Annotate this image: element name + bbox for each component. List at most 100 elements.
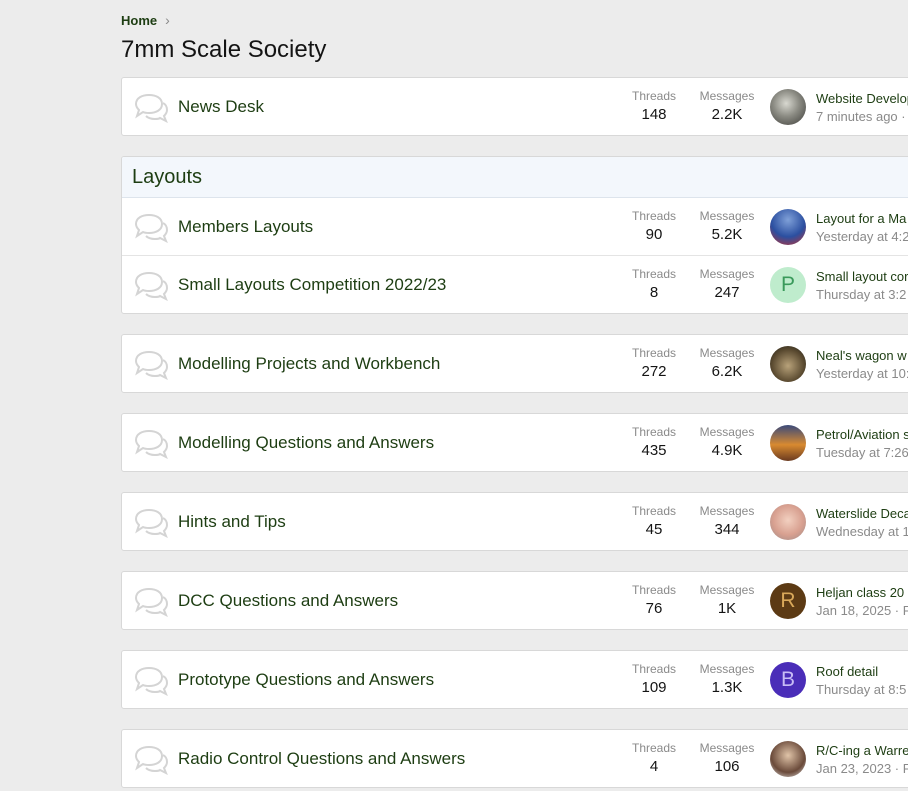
forum-block: Modelling Questions and Answers Threads 43… bbox=[121, 413, 908, 472]
messages-stat: Messages 4.9K bbox=[692, 425, 762, 459]
messages-count: 6.2K bbox=[711, 363, 743, 380]
messages-count: 5.2K bbox=[711, 226, 743, 243]
latest-thread-meta: Yesterday at 4:2 bbox=[816, 229, 908, 244]
chat-bubbles-icon bbox=[132, 271, 170, 302]
forum-block: Radio Control Questions and Answers Threa… bbox=[121, 729, 908, 788]
threads-label: Threads bbox=[631, 346, 677, 360]
chevron-right-icon: › bbox=[165, 12, 170, 28]
forum-title-link[interactable]: Prototype Questions and Answers bbox=[178, 670, 434, 690]
page-title: 7mm Scale Society bbox=[121, 36, 327, 63]
forum-page: Home › 7mm Scale Society News Desk Thread… bbox=[0, 0, 908, 791]
category-header[interactable]: Layouts bbox=[122, 157, 908, 198]
forum-title-link[interactable]: Modelling Questions and Answers bbox=[178, 433, 434, 453]
user-photo-icon[interactable] bbox=[770, 346, 806, 382]
latest-thread-link[interactable]: Roof detail bbox=[816, 664, 878, 679]
messages-label: Messages bbox=[699, 504, 755, 518]
forum-title-link[interactable]: Members Layouts bbox=[178, 217, 313, 237]
latest-thread-link[interactable]: Neal's wagon w bbox=[816, 348, 907, 363]
forum-title-link[interactable]: Modelling Projects and Workbench bbox=[178, 354, 440, 374]
forum-node: News Desk Threads 148 Messages 2.2K Website D… bbox=[122, 78, 908, 135]
messages-count: 4.9K bbox=[711, 442, 743, 459]
messages-label: Messages bbox=[699, 583, 755, 597]
messages-stat: Messages 2.2K bbox=[692, 89, 762, 123]
messages-label: Messages bbox=[699, 267, 755, 281]
threads-label: Threads bbox=[631, 267, 677, 281]
messages-stat: Messages 247 bbox=[692, 267, 762, 301]
latest-thread-meta: 7 minutes ago · bbox=[816, 109, 906, 124]
latest-thread-link[interactable]: Layout for a Ma bbox=[816, 211, 906, 226]
user-avatar[interactable]: R bbox=[770, 583, 806, 619]
threads-stat: Threads 45 bbox=[619, 504, 689, 538]
user-photo-icon[interactable] bbox=[770, 425, 806, 461]
user-photo-icon[interactable] bbox=[770, 741, 806, 777]
forum-node: Hints and Tips Threads 45 Messages 344 Waters… bbox=[122, 493, 908, 550]
messages-label: Messages bbox=[699, 662, 755, 676]
latest-thread-link[interactable]: Petrol/Aviation s bbox=[816, 427, 908, 442]
messages-stat: Messages 6.2K bbox=[692, 346, 762, 380]
user-photo-icon[interactable] bbox=[770, 504, 806, 540]
latest-thread-meta: Tuesday at 7:26 bbox=[816, 445, 908, 460]
latest-thread-meta: Thursday at 8:5 bbox=[816, 682, 907, 697]
forum-block: News Desk Threads 148 Messages 2.2K Website D… bbox=[121, 77, 908, 136]
forum-node: Modelling Questions and Answers Threads 43… bbox=[122, 414, 908, 471]
threads-count: 109 bbox=[641, 679, 667, 696]
user-avatar[interactable]: P bbox=[770, 267, 806, 303]
threads-stat: Threads 109 bbox=[619, 662, 689, 696]
chat-bubbles-icon bbox=[132, 93, 170, 124]
forum-block: DCC Questions and Answers Threads 76 Messag… bbox=[121, 571, 908, 630]
chat-bubbles-icon bbox=[132, 508, 170, 539]
messages-count: 2.2K bbox=[711, 106, 743, 123]
threads-stat: Threads 90 bbox=[619, 209, 689, 243]
threads-label: Threads bbox=[631, 741, 677, 755]
latest-thread-link[interactable]: R/C-ing a Warre bbox=[816, 743, 908, 758]
messages-label: Messages bbox=[699, 425, 755, 439]
threads-stat: Threads 272 bbox=[619, 346, 689, 380]
threads-stat: Threads 8 bbox=[619, 267, 689, 301]
breadcrumb-home-link[interactable]: Home bbox=[121, 13, 157, 28]
forum-block: Prototype Questions and Answers Threads 10… bbox=[121, 650, 908, 709]
threads-count: 45 bbox=[645, 521, 663, 538]
messages-count: 106 bbox=[714, 758, 740, 775]
messages-count: 1K bbox=[717, 600, 737, 617]
threads-stat: Threads 4 bbox=[619, 741, 689, 775]
latest-thread-meta: Thursday at 3:2 bbox=[816, 287, 907, 302]
messages-count: 344 bbox=[714, 521, 740, 538]
user-photo-icon[interactable] bbox=[770, 209, 806, 245]
chat-bubbles-icon bbox=[132, 587, 170, 618]
forum-title-link[interactable]: DCC Questions and Answers bbox=[178, 591, 398, 611]
forum-block: Modelling Projects and Workbench Threads 2… bbox=[121, 334, 908, 393]
threads-count: 8 bbox=[649, 284, 659, 301]
threads-label: Threads bbox=[631, 425, 677, 439]
user-photo-icon[interactable] bbox=[770, 89, 806, 125]
chat-bubbles-icon bbox=[132, 429, 170, 460]
forum-title-link[interactable]: News Desk bbox=[178, 97, 264, 117]
messages-stat: Messages 344 bbox=[692, 504, 762, 538]
avatar-letter: R bbox=[780, 589, 796, 612]
messages-label: Messages bbox=[699, 89, 755, 103]
threads-label: Threads bbox=[631, 504, 677, 518]
chat-bubbles-icon bbox=[132, 213, 170, 244]
user-avatar[interactable]: B bbox=[770, 662, 806, 698]
latest-thread-meta: Wednesday at 1 bbox=[816, 524, 908, 539]
forum-node: Radio Control Questions and Answers Threa… bbox=[122, 730, 908, 787]
threads-stat: Threads 76 bbox=[619, 583, 689, 617]
latest-thread-link[interactable]: Heljan class 20 bbox=[816, 585, 904, 600]
messages-label: Messages bbox=[699, 346, 755, 360]
latest-thread-link[interactable]: Waterslide Deca bbox=[816, 506, 908, 521]
threads-label: Threads bbox=[631, 209, 677, 223]
forum-title-link[interactable]: Radio Control Questions and Answers bbox=[178, 749, 465, 769]
threads-count: 90 bbox=[645, 226, 663, 243]
latest-thread-meta: Yesterday at 10: bbox=[816, 366, 908, 381]
threads-stat: Threads 435 bbox=[619, 425, 689, 459]
latest-thread-link[interactable]: Website Development bbox=[816, 91, 908, 106]
chat-bubbles-icon bbox=[132, 745, 170, 776]
latest-thread-meta: Jan 18, 2025 · F bbox=[816, 603, 908, 618]
latest-thread-link[interactable]: Small layout cor bbox=[816, 269, 908, 284]
threads-stat: Threads 148 bbox=[619, 89, 689, 123]
forum-node: Prototype Questions and Answers Threads 10… bbox=[122, 651, 908, 708]
messages-stat: Messages 1K bbox=[692, 583, 762, 617]
forum-title-link[interactable]: Hints and Tips bbox=[178, 512, 286, 532]
messages-stat: Messages 1.3K bbox=[692, 662, 762, 696]
forum-title-link[interactable]: Small Layouts Competition 2022/23 bbox=[178, 275, 446, 295]
messages-count: 247 bbox=[714, 284, 740, 301]
